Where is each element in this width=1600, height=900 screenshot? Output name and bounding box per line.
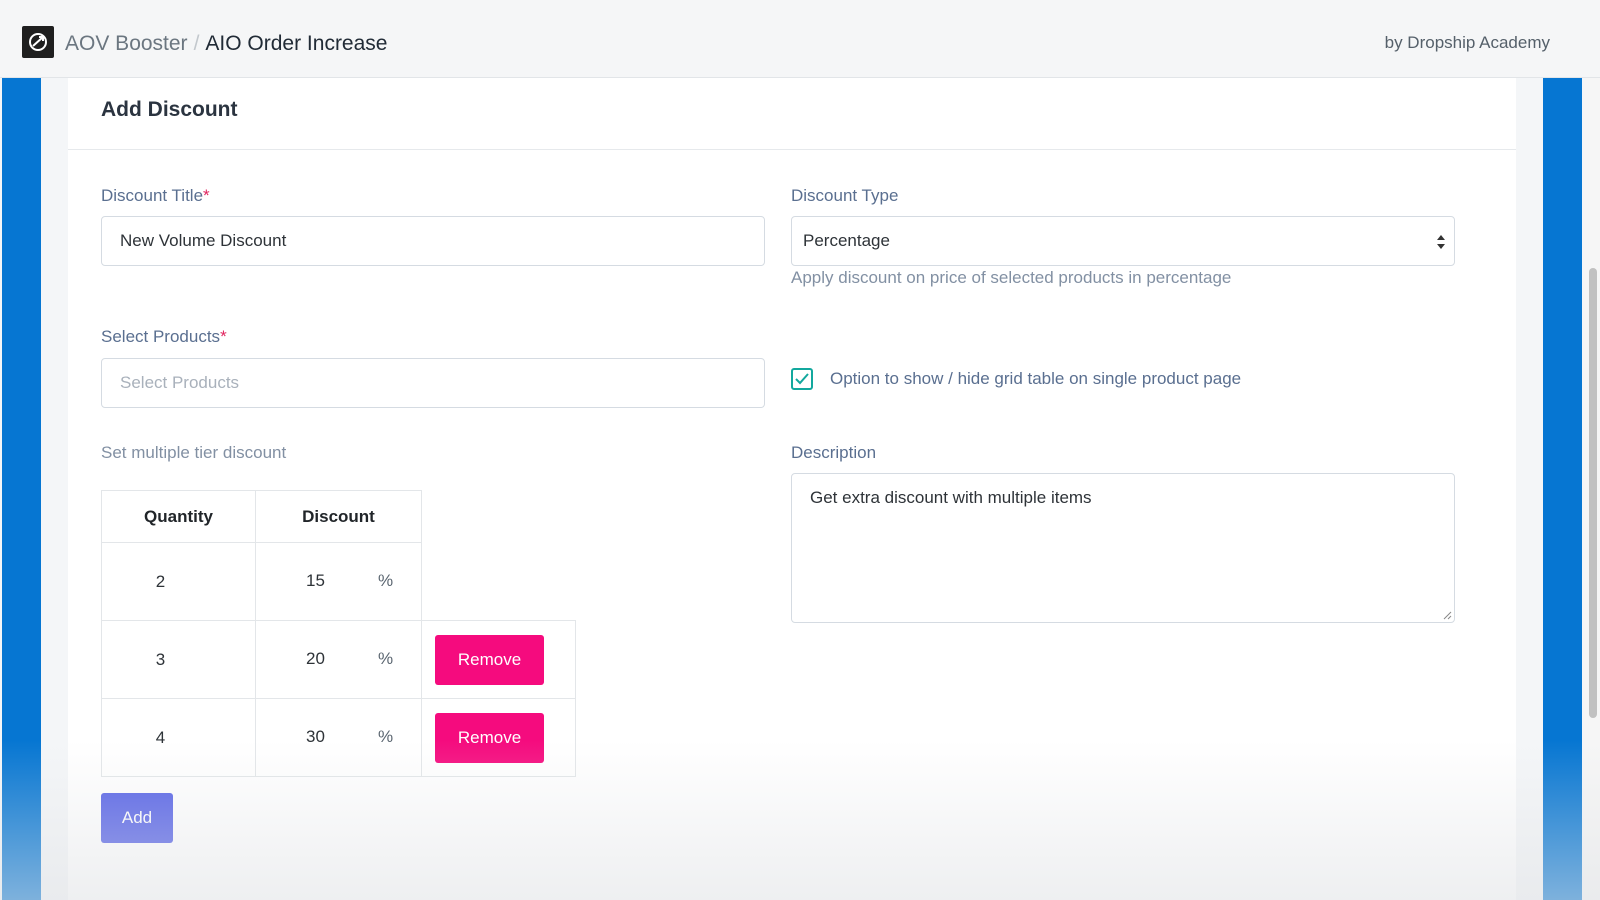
tiers-label: Set multiple tier discount	[101, 443, 287, 462]
percent-unit: %	[378, 571, 394, 590]
breadcrumb-current-page: AIO Order Increase	[205, 32, 388, 55]
discount-type-select[interactable]: Percentage	[791, 216, 1455, 266]
remove-tier-button[interactable]: Remove	[435, 712, 544, 763]
discount-title-value: New Volume Discount	[120, 231, 287, 250]
remove-cell: Remove	[421, 620, 576, 699]
tier-row: 4 30 % Remove	[101, 698, 576, 777]
discount-value: 30	[306, 727, 325, 746]
breadcrumb-app-link[interactable]: AOV Booster	[65, 32, 188, 55]
remove-tier-button[interactable]: Remove	[435, 634, 544, 685]
quantity-cell[interactable]: 2	[101, 542, 256, 621]
required-mark: *	[220, 327, 227, 346]
left-side-panel	[2, 78, 41, 900]
percent-unit: %	[378, 649, 394, 668]
discount-cell[interactable]: 20 %	[255, 620, 422, 699]
discount-title-label-text: Discount Title	[101, 186, 204, 205]
discount-title-input[interactable]: New Volume Discount	[101, 216, 765, 266]
discount-value: 15	[306, 571, 325, 590]
tier-discount-table: Quantity Discount 2 15 % 3 20 % Remove 4…	[101, 490, 576, 777]
discount-title-label: Discount Title*	[101, 186, 210, 206]
grid-table-checkbox-label[interactable]: Option to show / hide grid table on sing…	[830, 369, 1241, 389]
quantity-value: 2	[155, 571, 166, 591]
percent-unit: %	[378, 727, 394, 746]
add-discount-card: Add Discount Discount Title* New Volume …	[68, 78, 1516, 900]
breadcrumb: AOV Booster / AIO Order Increase	[65, 31, 387, 57]
select-products-label-text: Select Products	[101, 327, 221, 346]
byline: by Dropship Academy	[1384, 33, 1550, 52]
discount-value: 20	[306, 649, 325, 668]
quantity-cell[interactable]: 3	[101, 620, 256, 699]
scrollbar-thumb[interactable]	[1589, 268, 1597, 718]
grid-table-checkbox[interactable]	[791, 368, 813, 390]
discount-type-help: Apply discount on price of selected prod…	[791, 268, 1232, 287]
quantity-value: 4	[155, 727, 166, 747]
add-tier-button[interactable]: Add	[101, 793, 173, 843]
select-products-label: Select Products*	[101, 327, 227, 347]
description-textarea[interactable]: Get extra discount with multiple items	[791, 473, 1455, 623]
quantity-value: 3	[155, 649, 166, 669]
discount-type-value: Percentage	[803, 231, 890, 250]
checkmark-icon	[795, 373, 809, 385]
discount-header: Discount	[255, 490, 422, 543]
tier-row: 3 20 % Remove	[101, 620, 576, 699]
remove-cell: Remove	[421, 698, 576, 777]
discount-cell[interactable]: 15 %	[255, 542, 422, 621]
quantity-cell[interactable]: 4	[101, 698, 256, 777]
header-spacer	[422, 491, 576, 543]
app-logo-icon[interactable]	[22, 26, 54, 58]
description-label: Description	[791, 443, 877, 462]
tier-table-header-row: Quantity Discount	[101, 490, 576, 543]
right-side-panel	[1543, 78, 1582, 900]
top-bar: AOV Booster / AIO Order Increase by Dropsh…	[0, 0, 1600, 78]
row-spacer	[422, 543, 576, 621]
card-header: Add Discount	[68, 78, 1516, 150]
select-products-placeholder: Select Products	[120, 373, 240, 392]
discount-cell[interactable]: 30 %	[255, 698, 422, 777]
select-arrows-icon	[1437, 235, 1445, 249]
breadcrumb-separator: /	[193, 32, 200, 55]
select-products-input[interactable]: Select Products	[101, 358, 765, 408]
discount-type-label: Discount Type	[791, 186, 899, 205]
quantity-header: Quantity	[101, 490, 256, 543]
tier-row: 2 15 %	[101, 542, 576, 621]
required-mark: *	[203, 186, 210, 205]
page-title: Add Discount	[101, 98, 238, 121]
description-value: Get extra discount with multiple items	[810, 488, 1092, 507]
resize-handle-icon[interactable]	[1442, 610, 1452, 620]
